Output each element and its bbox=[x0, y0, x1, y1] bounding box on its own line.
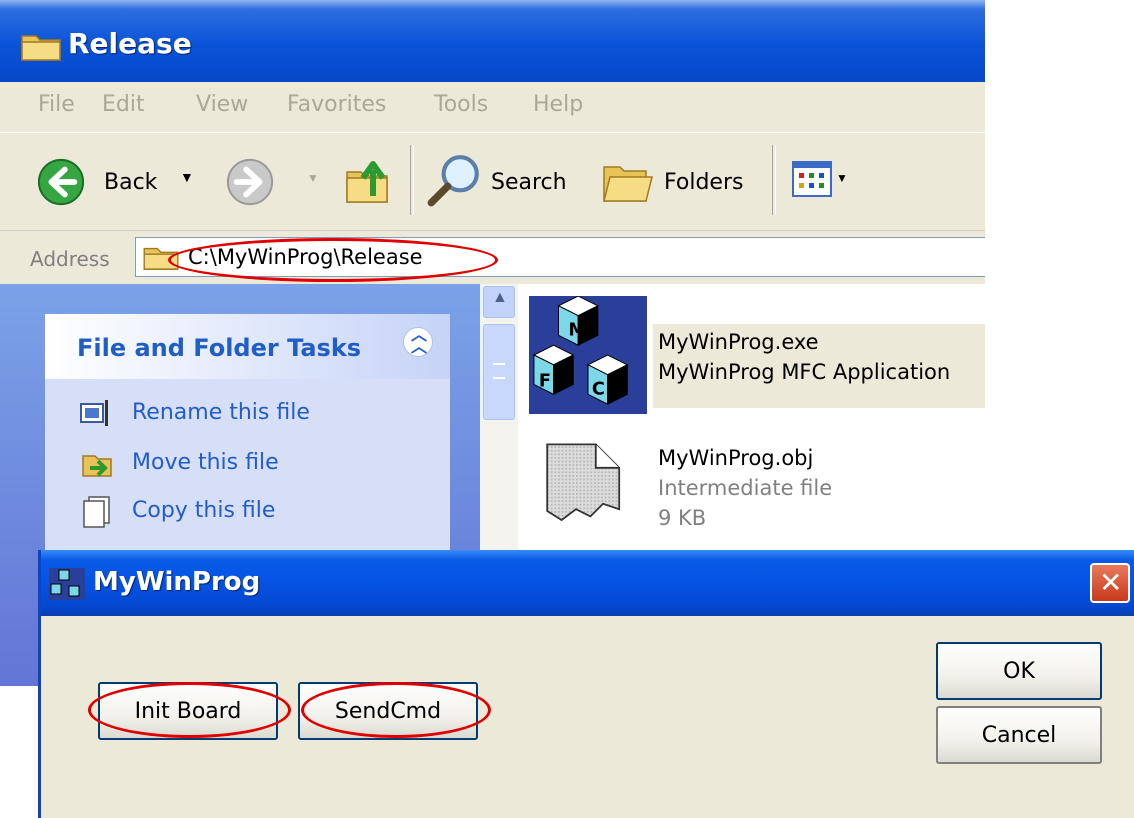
views-icon bbox=[792, 161, 832, 197]
send-cmd-label: SendCmd bbox=[334, 699, 442, 724]
dialog-title: MyWinProg bbox=[93, 567, 261, 597]
menu-help[interactable]: Help bbox=[533, 92, 583, 117]
file-size: 9 KB bbox=[658, 506, 707, 530]
chevron-down-icon[interactable]: ▼ bbox=[307, 171, 319, 185]
dialog-titlebar[interactable]: MyWinProg ✕ bbox=[41, 550, 1134, 616]
menu-favorites[interactable]: Favorites bbox=[287, 92, 386, 117]
task-panel-header[interactable]: File and Folder Tasks ︿ ︿ bbox=[45, 314, 450, 379]
folder-icon bbox=[143, 247, 179, 270]
folders-label: Folders bbox=[664, 170, 744, 195]
file-type: MyWinProg MFC Application bbox=[658, 360, 951, 384]
init-board-button[interactable]: Init Board bbox=[98, 682, 278, 740]
address-label: Address bbox=[30, 247, 110, 271]
close-icon: ✕ bbox=[1099, 567, 1123, 598]
address-input[interactable]: C:\MyWinProg\Release bbox=[135, 237, 985, 277]
toolbar-separator bbox=[410, 145, 414, 215]
move-icon bbox=[82, 455, 112, 477]
toolbar-separator bbox=[772, 145, 776, 215]
ok-button[interactable]: OK bbox=[936, 642, 1102, 700]
cancel-label: Cancel bbox=[981, 723, 1057, 748]
ok-label: OK bbox=[1003, 659, 1035, 684]
svg-text:C: C bbox=[592, 379, 605, 399]
send-cmd-button[interactable]: SendCmd bbox=[298, 682, 478, 740]
chevron-up-icon: ▲ bbox=[492, 289, 508, 306]
file-name: MyWinProg.obj bbox=[658, 446, 814, 470]
copy-icon bbox=[83, 496, 110, 528]
file-name: MyWinProg.exe bbox=[658, 330, 819, 354]
mywinprog-dialog: MyWinProg ✕ Init Board SendCmd OK Cancel bbox=[38, 550, 1134, 818]
task-label: Copy this file bbox=[132, 498, 276, 523]
file-type: Intermediate file bbox=[658, 476, 833, 500]
scroll-up-button[interactable]: ▲ bbox=[483, 286, 515, 318]
back-arrow-icon bbox=[37, 158, 85, 206]
forward-arrow-icon bbox=[226, 158, 274, 206]
address-bar: Address C:\MyWinProg\Release bbox=[0, 230, 985, 283]
grip-icon bbox=[493, 363, 505, 379]
init-board-label: Init Board bbox=[134, 699, 242, 724]
task-label: Move this file bbox=[132, 450, 279, 475]
menu-view[interactable]: View bbox=[196, 92, 248, 117]
folders-icon bbox=[603, 166, 653, 202]
close-button[interactable]: ✕ bbox=[1090, 563, 1130, 603]
toolbar: Back ▼ ▼ Search Folders ▼ bbox=[0, 132, 985, 229]
dialog-body: Init Board SendCmd OK Cancel bbox=[41, 616, 1134, 818]
cancel-button[interactable]: Cancel bbox=[936, 706, 1102, 764]
collapse-button[interactable]: ︿ ︿ bbox=[403, 327, 433, 357]
double-chevron-up-icon: ︿ ︿ bbox=[411, 327, 428, 356]
svg-text:F: F bbox=[539, 371, 551, 391]
menu-tools[interactable]: Tools bbox=[434, 92, 488, 117]
forward-button[interactable]: ▼ bbox=[225, 155, 325, 209]
scroll-thumb[interactable] bbox=[483, 324, 515, 420]
svg-text:M: M bbox=[568, 320, 586, 340]
search-icon bbox=[427, 155, 479, 207]
mfc-app-icon: M F C bbox=[529, 296, 647, 414]
app-icon bbox=[49, 568, 85, 600]
folder-icon bbox=[21, 35, 61, 61]
folder-up-icon[interactable] bbox=[343, 155, 393, 207]
file-item-exe[interactable]: M F C MyWinProg.exe MyWinProg MFC Applic… bbox=[518, 284, 985, 424]
back-label: Back bbox=[104, 170, 158, 195]
search-button[interactable]: Search bbox=[425, 151, 585, 211]
chevron-down-icon[interactable]: ▼ bbox=[836, 171, 848, 185]
menu-file[interactable]: File bbox=[38, 92, 75, 117]
search-label: Search bbox=[491, 170, 567, 195]
task-label: Rename this file bbox=[132, 400, 310, 425]
folders-button[interactable]: Folders bbox=[600, 153, 760, 211]
views-button[interactable]: ▼ bbox=[792, 161, 852, 201]
chevron-down-icon[interactable]: ▼ bbox=[180, 169, 194, 185]
rename-icon bbox=[80, 400, 108, 426]
generic-file-icon bbox=[546, 443, 621, 522]
back-button[interactable]: Back ▼ bbox=[36, 155, 206, 209]
task-panel-title: File and Folder Tasks bbox=[77, 334, 362, 362]
file-item-obj[interactable]: MyWinProg.obj Intermediate file 9 KB bbox=[518, 424, 985, 564]
menu-edit[interactable]: Edit bbox=[102, 92, 145, 117]
window-title: Release bbox=[68, 27, 192, 60]
explorer-titlebar[interactable]: Release bbox=[0, 0, 985, 90]
menu-bar: File Edit View Favorites Tools Help bbox=[0, 82, 985, 130]
address-value: C:\MyWinProg\Release bbox=[188, 245, 423, 269]
